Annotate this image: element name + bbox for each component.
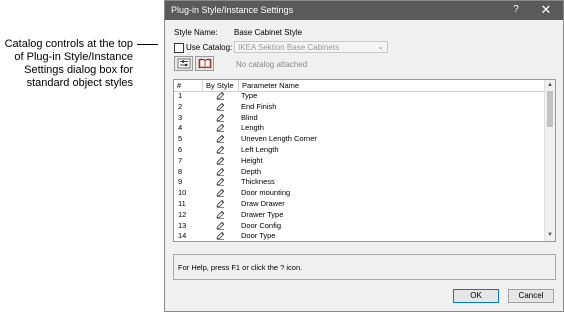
cancel-button[interactable]: Cancel	[508, 289, 554, 303]
row-number: 3	[178, 112, 183, 122]
callout-leader-line	[137, 44, 158, 45]
table-row[interactable]: 3 Blind	[174, 113, 545, 124]
catalog-book-button[interactable]	[195, 56, 214, 71]
dialog-title: Plug-in Style/Instance Settings	[171, 5, 294, 15]
parameter-name: Uneven Length Corner	[241, 134, 317, 144]
parameter-list: # By Style Parameter Name 1 Type 2 End Fini…	[173, 79, 556, 242]
row-number: 14	[178, 231, 187, 241]
ok-button[interactable]: OK	[453, 289, 499, 303]
parameter-name: Left Length	[241, 144, 279, 154]
close-button[interactable]: ✕	[539, 2, 553, 18]
table-row[interactable]: 14 Door Type	[174, 231, 545, 241]
column-header-by-style[interactable]: By Style	[203, 80, 239, 91]
help-text-box: For Help, press F1 or click the ? icon.	[173, 254, 556, 280]
scroll-down-arrow-icon[interactable]: ▼	[545, 231, 555, 240]
column-header-parameter-name[interactable]: Parameter Name	[239, 80, 547, 91]
parameter-name: Blind	[241, 112, 258, 122]
parameter-name: Thickness	[241, 177, 275, 187]
vertical-scrollbar[interactable]: ▲ ▼	[544, 80, 555, 241]
plugin-style-dialog: Plug-in Style/Instance Settings ? ✕ Styl…	[164, 0, 564, 312]
table-row[interactable]: 12 Drawer Type	[174, 210, 545, 221]
scroll-up-arrow-icon[interactable]: ▲	[545, 81, 555, 90]
parameter-name: Type	[241, 91, 258, 100]
help-text: For Help, press F1 or click the ? icon.	[178, 263, 303, 272]
parameter-name: Door mounting	[241, 188, 291, 198]
parameter-name: Door Type	[241, 231, 276, 241]
row-number: 13	[178, 220, 187, 230]
no-catalog-note: No catalog attached	[236, 60, 308, 69]
parameter-rows: 1 Type 2 End Finish 3 Blind 4 Length 5 Uneven Len…	[174, 91, 545, 241]
style-name-label: Style Name:	[174, 28, 218, 37]
by-style-pencil-icon[interactable]	[216, 232, 225, 241]
parameter-name: Drawer Type	[241, 209, 284, 219]
callout-annotation: Catalog controls at the top of Plug-in S…	[0, 38, 133, 90]
table-row[interactable]: 11 Draw Drawer	[174, 199, 545, 210]
row-number: 1	[178, 91, 183, 100]
parameter-name: Depth	[241, 166, 262, 176]
table-row[interactable]: 5 Uneven Length Corner	[174, 134, 545, 145]
catalog-options-button[interactable]	[174, 56, 193, 71]
title-bar[interactable]: Plug-in Style/Instance Settings ? ✕	[165, 1, 563, 20]
row-number: 4	[178, 123, 183, 133]
row-number: 7	[178, 155, 183, 165]
table-row[interactable]: 9 Thickness	[174, 177, 545, 188]
row-number: 10	[178, 188, 187, 198]
parameter-name: Draw Drawer	[241, 198, 285, 208]
catalog-select-value: IKEA Sektion Base Cabinets	[238, 43, 339, 52]
row-number: 6	[178, 144, 183, 154]
help-button[interactable]: ?	[509, 3, 523, 17]
scroll-thumb[interactable]	[547, 91, 553, 127]
row-number: 9	[178, 177, 183, 187]
use-catalog-checkbox[interactable]	[174, 43, 184, 53]
table-row[interactable]: 10 Door mounting	[174, 188, 545, 199]
row-number: 8	[178, 166, 183, 176]
table-row[interactable]: 2 End Finish	[174, 102, 545, 113]
parameter-name: End Finish	[241, 101, 277, 111]
table-row[interactable]: 7 Height	[174, 156, 545, 167]
table-row[interactable]: 6 Left Length	[174, 145, 545, 156]
table-row[interactable]: 13 Door Config	[174, 221, 545, 232]
catalog-select[interactable]: IKEA Sektion Base Cabinets ⌄	[234, 41, 388, 53]
catalog-book-icon	[198, 58, 212, 69]
chevron-down-icon: ⌄	[377, 42, 384, 51]
table-row[interactable]: 1 Type	[174, 91, 545, 102]
table-row[interactable]: 4 Length	[174, 123, 545, 134]
catalog-options-icon	[177, 58, 191, 69]
row-number: 12	[178, 209, 187, 219]
style-name-value: Base Cabinet Style	[234, 28, 303, 37]
parameter-name: Length	[241, 123, 264, 133]
row-number: 5	[178, 134, 183, 144]
parameter-name: Height	[241, 155, 263, 165]
table-row[interactable]: 8 Depth	[174, 167, 545, 178]
parameter-name: Door Config	[241, 220, 282, 230]
column-header-number[interactable]: #	[174, 80, 203, 91]
callout-text: Catalog controls at the top of Plug-in S…	[4, 38, 133, 89]
row-number: 11	[178, 198, 186, 208]
row-number: 2	[178, 101, 183, 111]
use-catalog-label: Use Catalog:	[186, 43, 233, 52]
